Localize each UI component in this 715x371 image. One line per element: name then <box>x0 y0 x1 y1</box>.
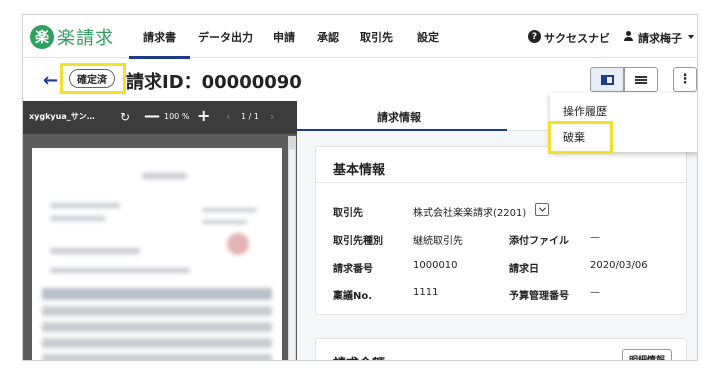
blurred-table-row <box>42 322 272 332</box>
attachment-label: 添付ファイル <box>509 236 569 247</box>
partner-type-value: 継続取引先 <box>413 236 463 247</box>
logo-icon: 楽 <box>30 25 54 49</box>
blurred-table-row <box>42 354 272 360</box>
list-view-button[interactable] <box>624 67 658 92</box>
blurred-text <box>50 203 120 208</box>
amount-card: 請求金額 明細情報 <box>315 338 687 360</box>
nav-tab-data-export[interactable]: データ出力 <box>198 29 253 45</box>
nav-tab-application[interactable]: 申請 <box>273 29 295 45</box>
split-view-icon <box>600 74 614 85</box>
pdf-viewer[interactable] <box>23 134 297 360</box>
blurred-table-row <box>42 306 272 316</box>
pdf-page <box>32 148 282 360</box>
blurred-text <box>50 268 190 273</box>
blurred-table-header <box>42 288 272 300</box>
next-page-icon[interactable]: › <box>270 110 274 123</box>
basic-info-card: 基本情報 取引先 株式会社楽楽請求(2201) 取引先種別 継続取引先 添付ファ… <box>315 146 688 315</box>
split-view-button[interactable] <box>590 67 624 92</box>
page-title: 請求ID：00000090 <box>126 72 302 93</box>
blurred-text <box>202 220 247 224</box>
tab-invoice-info[interactable]: 請求情報 <box>297 109 507 132</box>
back-arrow-icon[interactable]: ← <box>43 70 58 91</box>
nav-tab-invoices[interactable]: 請求書 <box>129 29 190 59</box>
partner-label: 取引先 <box>333 208 363 219</box>
basic-info-title: 基本情報 <box>333 163 386 178</box>
divider <box>316 182 688 183</box>
detail-info-button[interactable]: 明細情報 <box>622 349 673 360</box>
invoice-number-value: 1000010 <box>413 260 458 271</box>
page-indicator: 1 / 1 <box>241 112 259 121</box>
invoice-date-value: 2020/03/06 <box>590 260 648 271</box>
zoom-out-button[interactable]: — <box>144 106 160 125</box>
invoice-detail-panel: 基本情報 取引先 株式会社楽楽請求(2201) 取引先種別 継続取引先 添付ファ… <box>297 131 697 360</box>
nav-tab-partners[interactable]: 取引先 <box>360 29 393 45</box>
blurred-text <box>142 173 187 179</box>
rotate-icon[interactable]: ↻ <box>120 110 130 124</box>
amount-title: 請求金額 <box>333 353 385 360</box>
zoom-level: 100 % <box>164 112 190 121</box>
partner-value: 株式会社楽楽請求(2201) <box>413 208 527 219</box>
caret-down-icon[interactable] <box>688 35 694 39</box>
brand-logo[interactable]: 楽 楽請求 <box>30 24 114 50</box>
ringi-value: 1111 <box>413 287 439 298</box>
blurred-text <box>50 248 140 254</box>
pdf-scrollbar-thumb[interactable] <box>289 149 295 360</box>
app-window: 楽 楽請求 請求書 データ出力 申請 承認 取引先 設定 ? サクセスナビ 請求… <box>22 14 698 361</box>
user-menu[interactable]: 請求梅子 <box>638 30 682 46</box>
prev-page-icon[interactable]: ‹ <box>226 110 230 123</box>
partner-type-label: 取引先種別 <box>333 236 383 247</box>
logo-text: 楽請求 <box>57 28 114 49</box>
hamburger-icon <box>635 75 647 84</box>
more-options-button[interactable]: ⋮ <box>673 67 697 92</box>
blurred-text <box>50 216 105 221</box>
attachment-value: — <box>590 232 600 243</box>
invoice-date-label: 請求日 <box>509 264 539 275</box>
highlight-box <box>548 121 613 154</box>
budget-number-label: 予算管理番号 <box>509 291 569 302</box>
top-nav: 楽 楽請求 請求書 データ出力 申請 承認 取引先 設定 ? サクセスナビ 請求… <box>23 15 697 59</box>
nav-tab-settings[interactable]: 設定 <box>417 29 439 45</box>
blurred-table-row <box>42 338 272 348</box>
ringi-label: 稟議No. <box>333 291 373 302</box>
pdf-toolbar: xygkyua_サン… ↻ — 100 % + ‹ 1 / 1 › <box>23 101 297 134</box>
nav-tab-approval[interactable]: 承認 <box>317 29 339 45</box>
user-icon <box>623 31 634 42</box>
success-navi-link[interactable]: サクセスナビ <box>544 30 610 46</box>
blurred-text <box>202 208 257 212</box>
blurred-stamp <box>227 233 249 255</box>
invoice-number-label: 請求番号 <box>333 264 373 275</box>
menu-item-history[interactable]: 操作履歴 <box>563 103 607 119</box>
budget-number-value: — <box>590 287 600 298</box>
partner-expand-icon[interactable] <box>535 203 549 216</box>
zoom-in-button[interactable]: + <box>197 106 210 125</box>
highlight-box <box>60 63 126 94</box>
question-circle-icon[interactable]: ? <box>528 30 541 43</box>
pdf-filename: xygkyua_サン… <box>29 112 95 121</box>
